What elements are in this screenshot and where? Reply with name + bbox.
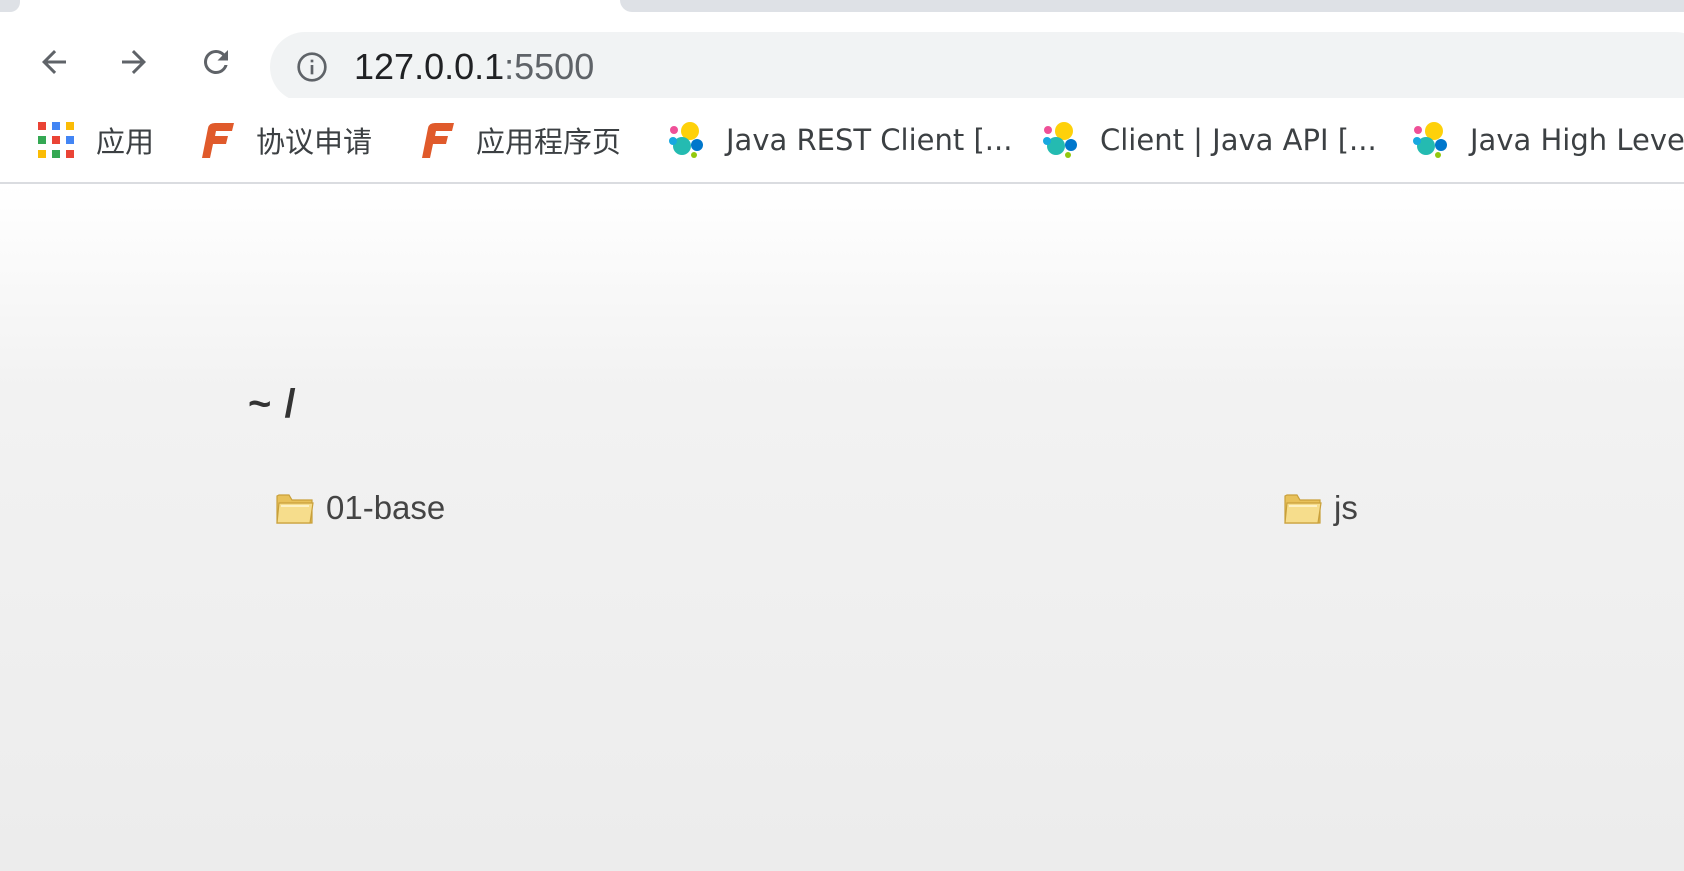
- bookmark-label: 应用程序页: [476, 125, 622, 159]
- elastic-logo-icon: [1043, 122, 1077, 158]
- breadcrumb: ~ /: [248, 382, 297, 426]
- arrow-right-icon: [122, 50, 146, 74]
- f-logo-icon: [422, 123, 454, 158]
- folder-icon: [1284, 494, 1322, 524]
- bookmark-java-rest-client[interactable]: Java REST Client [...: [666, 116, 1012, 164]
- bookmark-protocol-apply[interactable]: 协议申请: [196, 116, 372, 164]
- apps-grid-icon: [38, 122, 74, 158]
- url-text[interactable]: 127.0.0.1:5500: [354, 47, 594, 87]
- tab-left-edge[interactable]: [0, 0, 20, 12]
- url-host: 127.0.0.1: [354, 46, 505, 87]
- folder-link-js[interactable]: js: [1284, 486, 1358, 530]
- bookmarks-bar: 应用 协议申请 应用程序页 Java REST Client [... Clie…: [0, 98, 1684, 184]
- info-icon[interactable]: [296, 51, 328, 83]
- bookmark-label: 协议申请: [256, 125, 373, 159]
- bookmark-label: Java REST Client [...: [726, 123, 1013, 157]
- address-bar[interactable]: 127.0.0.1:5500: [270, 32, 1684, 102]
- url-port: :5500: [504, 46, 595, 87]
- folder-icon: [276, 494, 314, 524]
- back-button[interactable]: [28, 36, 80, 88]
- bookmark-label: Client | Java API [...: [1100, 123, 1377, 157]
- forward-button[interactable]: [108, 36, 160, 88]
- elastic-logo-icon: [669, 122, 703, 158]
- arrow-left-icon: [42, 50, 66, 74]
- bookmark-apps[interactable]: 应用: [36, 116, 154, 164]
- reload-button[interactable]: [190, 36, 242, 88]
- reload-icon: [203, 49, 228, 74]
- bookmark-label: Java High Leve: [1470, 123, 1684, 157]
- bookmark-app-page[interactable]: 应用程序页: [416, 116, 621, 164]
- elastic-logo-icon: [1413, 122, 1447, 158]
- file-name: 01-base: [326, 489, 446, 526]
- browser-toolbar: 127.0.0.1:5500: [0, 12, 1684, 102]
- page-content: ~ / 01-base js: [0, 184, 1684, 871]
- folder-link-01-base[interactable]: 01-base: [276, 486, 445, 530]
- tab-strip: [0, 0, 1684, 12]
- f-logo-icon: [202, 123, 234, 158]
- bookmark-client-java-api[interactable]: Client | Java API [...: [1040, 116, 1377, 164]
- inactive-tab[interactable]: [620, 0, 1684, 12]
- bookmark-java-high-level[interactable]: Java High Leve: [1410, 116, 1684, 164]
- file-name: js: [1334, 489, 1358, 526]
- bookmark-label: 应用: [96, 125, 155, 159]
